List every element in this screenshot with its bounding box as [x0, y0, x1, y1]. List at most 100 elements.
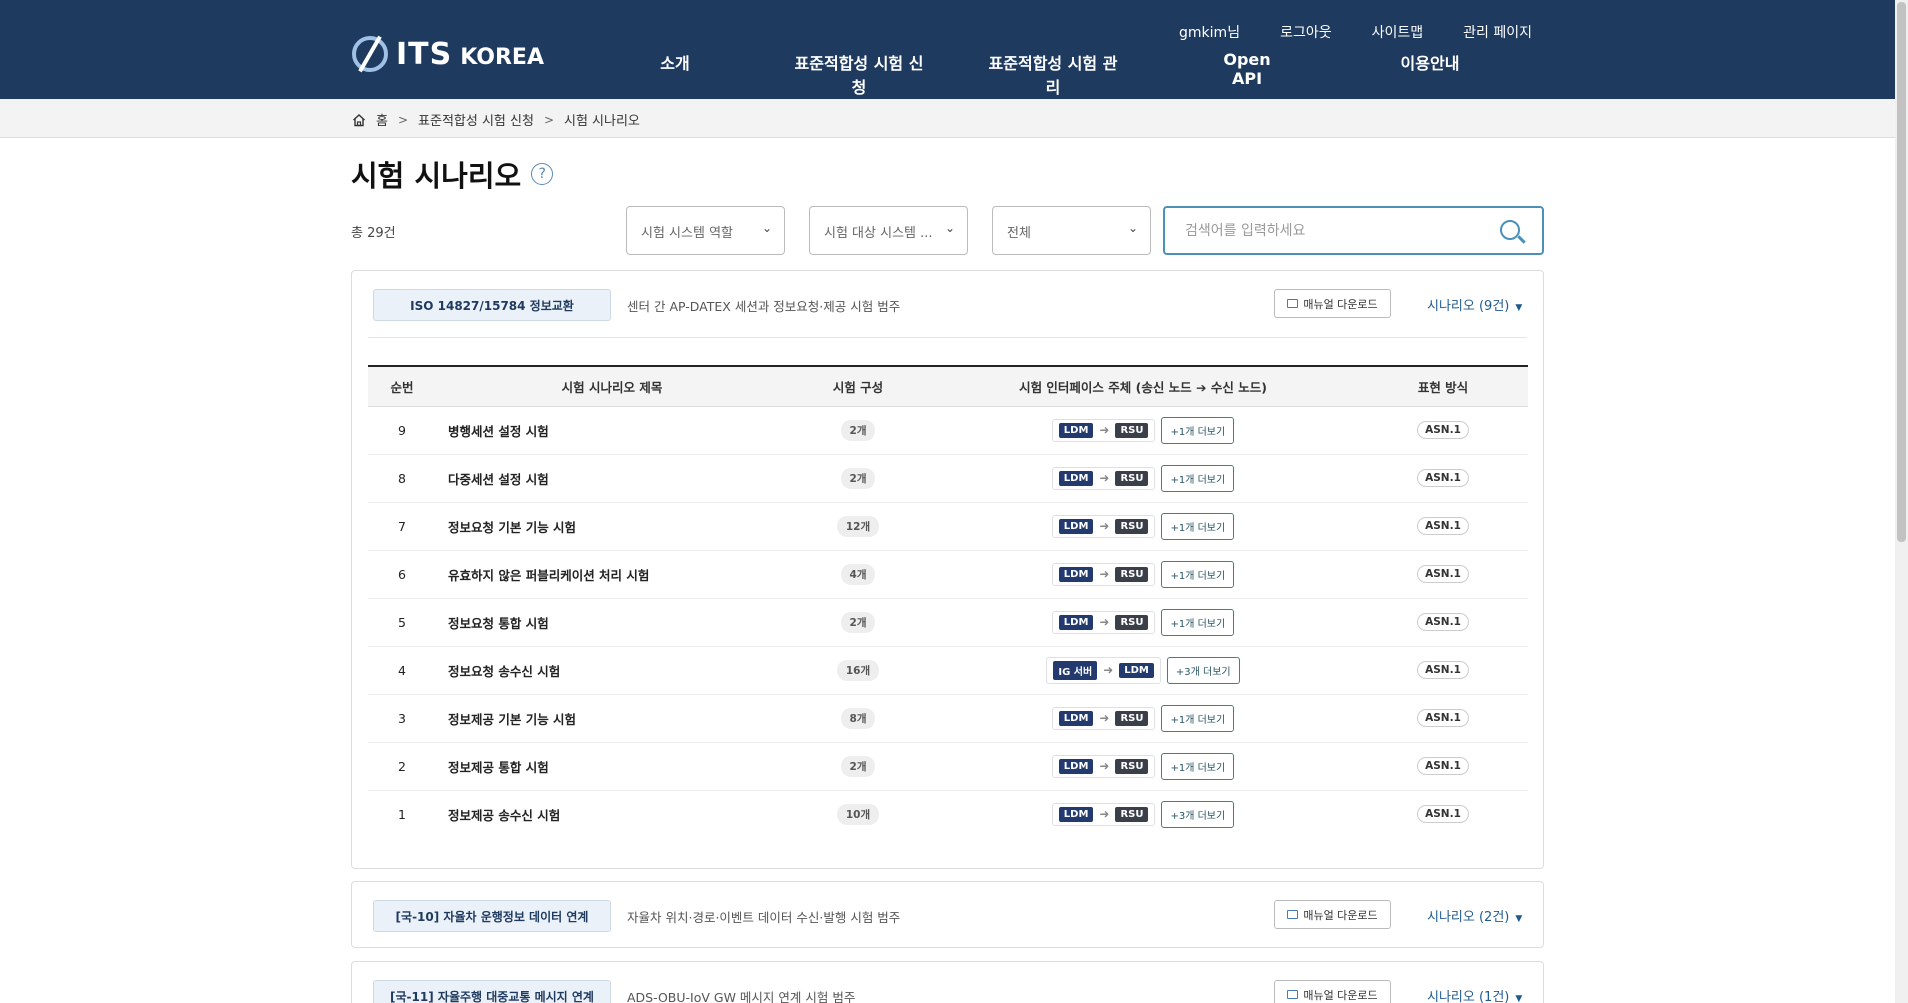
page-scrollbar[interactable]: [1895, 0, 1908, 1003]
scrollbar-thumb[interactable]: [1897, 2, 1906, 542]
interface-cell: LDM ➜ RSU +1개 더보기: [928, 406, 1358, 455]
scenario-toggle[interactable]: 시나리오 (1건) ▼: [1427, 986, 1522, 1003]
expression-badge: ASN.1: [1417, 469, 1469, 487]
scenario-title[interactable]: 정보요청 기본 기능 시험: [436, 502, 788, 551]
config-cell: 8개: [788, 694, 928, 743]
scenario-title[interactable]: 병행세션 설정 시험: [436, 406, 788, 455]
scenario-table-body: 9 병행세션 설정 시험 2개 LDM ➜ RSU +1개 더보기 ASN.1 8 다중세션 설정…: [368, 406, 1528, 838]
expression-cell: ASN.1: [1358, 742, 1528, 791]
scenario-title[interactable]: 정보제공 송수신 시험: [436, 790, 788, 838]
home-icon[interactable]: [352, 113, 366, 127]
expression-badge: ASN.1: [1417, 565, 1469, 583]
breadcrumb-home[interactable]: 홈: [376, 110, 388, 129]
col-header-interface: 시험 인터페이스 주체 (송신 노드 ➔ 수신 노드): [928, 366, 1358, 407]
site-logo[interactable]: ITS KOREA: [352, 36, 544, 72]
target-system-select[interactable]: 시험 대상 시스템 ... ⌄: [809, 206, 968, 255]
receiver-node-badge: RSU: [1115, 470, 1149, 486]
category-tag: ISO 14827/15784 정보교환: [373, 289, 611, 321]
table-row[interactable]: 5 정보요청 통합 시험 2개 LDM ➜ RSU +1개 더보기 ASN.1: [368, 598, 1528, 647]
expression-cell: ASN.1: [1358, 598, 1528, 647]
sender-node-badge: LDM: [1058, 518, 1094, 534]
table-row[interactable]: 3 정보제공 기본 기능 시험 8개 LDM ➜ RSU +1개 더보기 ASN.1: [368, 694, 1528, 743]
scenario-title[interactable]: 유효하지 않은 퍼블리케이션 처리 시험: [436, 550, 788, 599]
config-count-badge: 4개: [840, 563, 876, 585]
expression-cell: ASN.1: [1358, 694, 1528, 743]
chevron-down-icon: ⌄: [761, 221, 772, 235]
sender-node-badge: LDM: [1058, 566, 1094, 582]
category-tag: [국-10] 자율차 운행정보 데이터 연계: [373, 900, 611, 932]
expression-badge: ASN.1: [1417, 757, 1469, 775]
search-box: [1163, 206, 1544, 255]
table-row[interactable]: 6 유효하지 않은 퍼블리케이션 처리 시험 4개 LDM ➜ RSU +1개 더보기 ASN…: [368, 550, 1528, 599]
row-number: 6: [368, 550, 436, 599]
config-count-badge: 2개: [840, 419, 876, 441]
receiver-node-badge: RSU: [1115, 518, 1149, 534]
caret-down-icon: ▼: [1515, 914, 1523, 924]
scenario-toggle[interactable]: 시나리오 (2건) ▼: [1427, 906, 1522, 925]
user-name-link[interactable]: gmkim님: [1179, 22, 1240, 42]
interface-route: LDM ➜ RSU: [1051, 802, 1156, 826]
show-more-button[interactable]: +1개 더보기: [1161, 608, 1235, 636]
config-cell: 4개: [788, 550, 928, 599]
role-select[interactable]: 시험 시스템 역할 ⌄: [626, 206, 785, 255]
sitemap-link[interactable]: 사이트맵: [1372, 22, 1424, 42]
scenario-title[interactable]: 정보요청 통합 시험: [436, 598, 788, 647]
scenario-toggle[interactable]: 시나리오 (9건) ▼: [1427, 295, 1522, 314]
show-more-button[interactable]: +1개 더보기: [1161, 752, 1235, 780]
config-count-badge: 2개: [840, 467, 876, 489]
search-input[interactable]: [1165, 208, 1485, 253]
table-row[interactable]: 1 정보제공 송수신 시험 10개 LDM ➜ RSU +3개 더보기 ASN.1: [368, 790, 1528, 838]
manual-download-button[interactable]: 매뉴얼 다운로드: [1274, 289, 1391, 318]
expression-cell: ASN.1: [1358, 406, 1528, 455]
interface-route: LDM ➜ RSU: [1051, 706, 1156, 730]
show-more-button[interactable]: +1개 더보기: [1161, 464, 1235, 492]
scope-select[interactable]: 전체 ⌄: [992, 206, 1151, 255]
logout-link[interactable]: 로그아웃: [1280, 22, 1332, 42]
scenario-title[interactable]: 정보제공 기본 기능 시험: [436, 694, 788, 743]
interface-cell: LDM ➜ RSU +1개 더보기: [928, 742, 1358, 791]
category-description: ADS-OBU-IoV GW 메시지 연계 시험 범주: [627, 990, 856, 1003]
receiver-node-badge: LDM: [1119, 662, 1154, 678]
row-number: 5: [368, 598, 436, 647]
help-icon[interactable]: ?: [531, 163, 554, 185]
expression-cell: ASN.1: [1358, 502, 1528, 551]
show-more-button[interactable]: +1개 더보기: [1161, 512, 1235, 540]
interface-route: LDM ➜ RSU: [1051, 514, 1156, 538]
breadcrumb-level1[interactable]: 표준적합성 시험 신청: [418, 110, 534, 129]
interface-group: LDM ➜ RSU +1개 더보기: [1051, 608, 1235, 636]
row-number: 3: [368, 694, 436, 743]
table-row[interactable]: 2 정보제공 통합 시험 2개 LDM ➜ RSU +1개 더보기 ASN.1: [368, 742, 1528, 791]
show-more-button[interactable]: +1개 더보기: [1161, 416, 1235, 444]
table-row[interactable]: 8 다중세션 설정 시험 2개 LDM ➜ RSU +1개 더보기 ASN.1: [368, 454, 1528, 503]
interface-group: IG 서버 ➜ LDM +3개 더보기: [1046, 656, 1240, 684]
breadcrumb-current: 시험 시나리오: [564, 114, 640, 129]
expression-badge: ASN.1: [1417, 805, 1469, 824]
config-count-badge: 10개: [836, 803, 880, 825]
chevron-right-icon: >: [397, 112, 409, 127]
manual-download-button[interactable]: 매뉴얼 다운로드: [1274, 900, 1391, 929]
show-more-button[interactable]: +1개 더보기: [1161, 560, 1235, 588]
sender-node-badge: LDM: [1058, 614, 1094, 630]
scenario-toggle-label: 시나리오 (2건): [1427, 910, 1510, 925]
admin-page-link[interactable]: 관리 페이지: [1463, 22, 1532, 42]
interface-group: LDM ➜ RSU +1개 더보기: [1051, 752, 1235, 780]
table-row[interactable]: 9 병행세션 설정 시험 2개 LDM ➜ RSU +1개 더보기 ASN.1: [368, 406, 1528, 455]
show-more-button[interactable]: +1개 더보기: [1161, 704, 1235, 732]
arrow-right-icon: ➜: [1099, 759, 1110, 773]
scenario-title[interactable]: 정보제공 통합 시험: [436, 742, 788, 791]
arrow-right-icon: ➜: [1099, 807, 1110, 822]
interface-route: LDM ➜ RSU: [1051, 562, 1156, 586]
category-header: [국-10] 자율차 운행정보 데이터 연계 자율차 위치·경로·이벤트 데이터…: [352, 882, 1543, 948]
row-number: 2: [368, 742, 436, 791]
category-tag: [국-11] 자율주행 대중교통 메시지 연계: [373, 980, 611, 1003]
search-icon[interactable]: [1500, 220, 1520, 240]
scenario-title[interactable]: 정보요청 송수신 시험: [436, 646, 788, 695]
scenario-title[interactable]: 다중세션 설정 시험: [436, 454, 788, 503]
table-row[interactable]: 7 정보요청 기본 기능 시험 12개 LDM ➜ RSU +1개 더보기 ASN.1: [368, 502, 1528, 551]
manual-download-button[interactable]: 매뉴얼 다운로드: [1274, 980, 1391, 1003]
category-header: ISO 14827/15784 정보교환 센터 간 AP-DATEX 세션과 정…: [352, 271, 1543, 337]
show-more-button[interactable]: +3개 더보기: [1166, 656, 1240, 684]
table-row[interactable]: 4 정보요청 송수신 시험 16개 IG 서버 ➜ LDM +3개 더보기 ASN.1: [368, 646, 1528, 695]
show-more-button[interactable]: +3개 더보기: [1161, 800, 1235, 828]
interface-group: LDM ➜ RSU +3개 더보기: [1051, 800, 1235, 828]
